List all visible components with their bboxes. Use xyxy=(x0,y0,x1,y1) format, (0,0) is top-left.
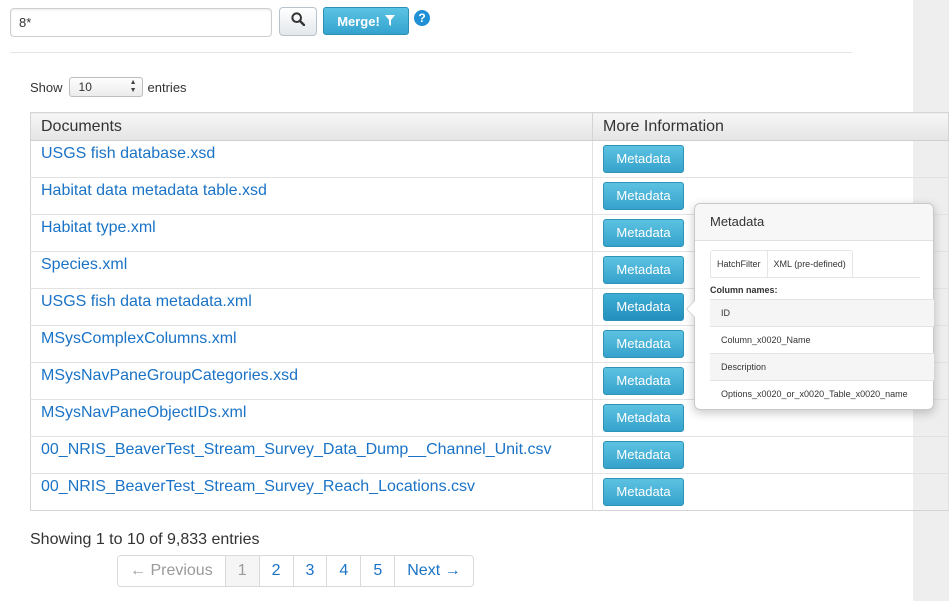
metadata-popover: Metadata HatchFilter XML (pre-defined) C… xyxy=(686,203,934,410)
document-link[interactable]: USGS fish database.xsd xyxy=(41,145,215,162)
page-4[interactable]: 4 xyxy=(327,556,362,586)
pagination: ← Previous 1 2 3 4 5 Next → xyxy=(117,555,474,587)
merge-button[interactable]: Merge! xyxy=(323,7,409,35)
column-names-label: Column names: xyxy=(710,285,778,295)
document-link[interactable]: MSysNavPaneGroupCategories.xsd xyxy=(41,367,298,384)
entries-select[interactable]: 10 ▲ ▼ xyxy=(68,77,143,97)
doc-cell: Habitat type.xml xyxy=(30,214,593,252)
length-menu: Show 10 ▲ ▼ entries xyxy=(30,77,187,97)
page-1[interactable]: 1 xyxy=(225,556,260,586)
document-link[interactable]: 00_NRIS_BeaverTest_Stream_Survey_Data_Du… xyxy=(41,441,552,458)
metadata-button[interactable]: Metadata xyxy=(603,293,684,321)
list-item: Options_x0020_or_x0020_Table_x0020_name xyxy=(710,380,934,407)
column-list: ID Column_x0020_Name Description Options… xyxy=(710,299,934,407)
page-3[interactable]: 3 xyxy=(294,556,328,586)
list-item: Column_x0020_Name xyxy=(710,326,934,353)
next-page-button[interactable]: Next → xyxy=(395,556,472,586)
header-documents[interactable]: Documents xyxy=(30,112,593,141)
document-link[interactable]: 00_NRIS_BeaverTest_Stream_Survey_Reach_L… xyxy=(41,478,475,495)
tab-xml-predefined[interactable]: XML (pre-defined) xyxy=(766,250,853,277)
merge-button-label: Merge! xyxy=(337,13,380,29)
metadata-button[interactable]: Metadata xyxy=(603,145,684,173)
search-icon xyxy=(291,12,306,31)
filter-icon xyxy=(384,14,395,29)
page-2[interactable]: 2 xyxy=(260,556,294,586)
document-link[interactable]: Species.xml xyxy=(41,256,127,273)
metadata-button[interactable]: Metadata xyxy=(603,441,684,469)
doc-cell: 00_NRIS_BeaverTest_Stream_Survey_Reach_L… xyxy=(30,473,593,511)
select-arrows-icon: ▲ ▼ xyxy=(129,79,137,94)
metadata-button[interactable]: Metadata xyxy=(603,478,684,506)
search-input[interactable] xyxy=(10,8,272,37)
search-button[interactable] xyxy=(279,7,317,36)
metadata-button[interactable]: Metadata xyxy=(603,256,684,284)
entries-select-value: 10 xyxy=(78,80,92,94)
metadata-button[interactable]: Metadata xyxy=(603,330,684,358)
action-cell: Metadata xyxy=(592,140,949,178)
metadata-button[interactable]: Metadata xyxy=(603,219,684,247)
doc-cell: USGS fish data metadata.xml xyxy=(30,288,593,326)
document-link[interactable]: MSysComplexColumns.xml xyxy=(41,330,237,347)
table-row: USGS fish database.xsd Metadata xyxy=(30,140,949,178)
doc-cell: USGS fish database.xsd xyxy=(30,140,593,178)
doc-cell: 00_NRIS_BeaverTest_Stream_Survey_Data_Du… xyxy=(30,436,593,474)
entries-label: entries xyxy=(147,79,187,95)
metadata-button[interactable]: Metadata xyxy=(603,182,684,210)
table-header-row: Documents More Information xyxy=(30,112,949,141)
table-row: 00_NRIS_BeaverTest_Stream_Survey_Reach_L… xyxy=(30,473,949,511)
table-row: 00_NRIS_BeaverTest_Stream_Survey_Data_Du… xyxy=(30,436,949,474)
document-link[interactable]: Habitat data metadata table.xsd xyxy=(41,182,267,199)
doc-cell: MSysNavPaneGroupCategories.xsd xyxy=(30,362,593,400)
show-label: Show xyxy=(30,79,63,95)
page-5[interactable]: 5 xyxy=(361,556,396,586)
tab-hatchfilter[interactable]: HatchFilter xyxy=(710,250,768,277)
header-more-information[interactable]: More Information xyxy=(592,112,949,141)
doc-cell: MSysNavPaneObjectIDs.xml xyxy=(30,399,593,437)
popover-title: Metadata xyxy=(695,204,933,241)
metadata-button[interactable]: Metadata xyxy=(603,367,684,395)
table-info: Showing 1 to 10 of 9,833 entries xyxy=(30,531,260,548)
popover-tabs: HatchFilter XML (pre-defined) xyxy=(710,250,920,278)
document-link[interactable]: USGS fish data metadata.xml xyxy=(41,293,252,310)
metadata-button[interactable]: Metadata xyxy=(603,404,684,432)
help-icon[interactable]: ? xyxy=(414,10,430,26)
doc-cell: Species.xml xyxy=(30,251,593,289)
list-item: ID xyxy=(710,299,934,326)
previous-page-button[interactable]: ← Previous xyxy=(118,556,226,586)
action-cell: Metadata xyxy=(592,436,949,474)
doc-cell: Habitat data metadata table.xsd xyxy=(30,177,593,215)
document-link[interactable]: Habitat type.xml xyxy=(41,219,156,236)
action-cell: Metadata xyxy=(592,473,949,511)
list-item: Description xyxy=(710,353,934,380)
divider xyxy=(10,52,852,53)
document-link[interactable]: MSysNavPaneObjectIDs.xml xyxy=(41,404,246,421)
doc-cell: MSysComplexColumns.xml xyxy=(30,325,593,363)
